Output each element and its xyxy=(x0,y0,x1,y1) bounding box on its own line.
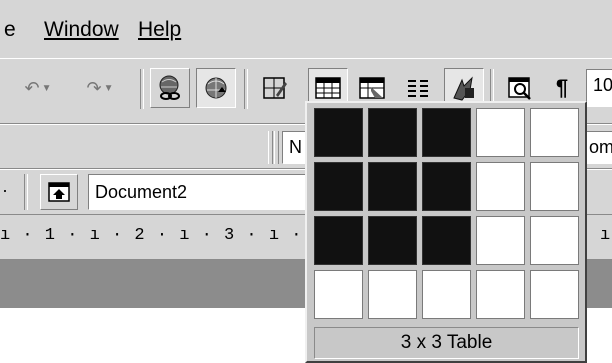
redo-dropdown-icon[interactable]: ▼ xyxy=(104,83,114,94)
hyperlink-globe-icon xyxy=(159,75,180,100)
table-grid-cell[interactable] xyxy=(476,270,525,319)
table-size-label[interactable]: 3 x 3 Table xyxy=(314,327,579,359)
toolbar-grip[interactable] xyxy=(268,131,273,164)
toolbar-edge-mark: · xyxy=(2,180,8,200)
redo-button[interactable]: ↷ ▼ xyxy=(72,68,128,108)
table-grid-cell[interactable] xyxy=(530,216,579,265)
document-map-icon xyxy=(508,77,531,100)
menu-item-window[interactable]: Window xyxy=(44,18,119,42)
tables-borders-icon xyxy=(263,77,287,99)
table-grid-cell[interactable] xyxy=(530,270,579,319)
menu-bar: e Window Help xyxy=(0,0,612,58)
table-grid-cell[interactable] xyxy=(530,108,579,157)
menu-item-partial[interactable]: e xyxy=(4,18,16,42)
table-grid-cell[interactable] xyxy=(368,108,417,157)
ruler-scale-right: ı xyxy=(600,226,611,245)
table-grid-cell[interactable] xyxy=(314,108,363,157)
font-value: om xyxy=(589,137,612,157)
insert-hyperlink-button[interactable] xyxy=(150,68,190,108)
menu-item-window-label: Window xyxy=(44,18,119,41)
table-grid-cell[interactable] xyxy=(314,216,363,265)
undo-button[interactable]: ↶ ▼ xyxy=(10,68,66,108)
table-grid-cell[interactable] xyxy=(314,270,363,319)
toolbar-separator xyxy=(244,69,248,109)
address-combo[interactable]: Document2 xyxy=(88,174,328,210)
tables-and-borders-button[interactable] xyxy=(255,68,295,108)
ruler-scale: ı · 1 · ı · 2 · ı · 3 · ı · 4 · xyxy=(0,226,348,245)
web-toolbar-window-icon xyxy=(48,182,70,202)
insert-table-grid-popup: 3 x 3 Table xyxy=(305,101,587,363)
undo-dropdown-icon[interactable]: ▼ xyxy=(42,83,52,94)
web-globe-icon xyxy=(205,77,227,99)
redo-icon: ↷ xyxy=(86,77,102,98)
table-size-text: 3 x 3 Table xyxy=(400,332,493,353)
menu-item-help-label: Help xyxy=(138,18,182,41)
table-grid-cell[interactable] xyxy=(476,216,525,265)
table-grid-cell[interactable] xyxy=(422,162,471,211)
table-grid-cell[interactable] xyxy=(368,270,417,319)
table-grid-cell[interactable] xyxy=(314,162,363,211)
table-size-grid[interactable] xyxy=(314,108,579,319)
table-grid-cell[interactable] xyxy=(422,108,471,157)
toolbar-grip[interactable] xyxy=(274,131,279,164)
table-grid-cell[interactable] xyxy=(530,162,579,211)
style-value: N xyxy=(289,137,302,157)
address-value: Document2 xyxy=(95,182,188,202)
zoom-combo[interactable]: 10 xyxy=(586,69,612,107)
table-grid-cell[interactable] xyxy=(476,108,525,157)
insert-table-icon xyxy=(315,77,341,99)
excel-worksheet-icon xyxy=(359,77,385,99)
columns-icon xyxy=(408,80,428,97)
pilcrow-icon: ¶ xyxy=(555,75,569,100)
table-grid-cell[interactable] xyxy=(422,270,471,319)
zoom-value: 10 xyxy=(593,75,612,95)
undo-icon: ↶ xyxy=(24,77,40,98)
toolbar-separator xyxy=(140,69,144,109)
table-grid-cell[interactable] xyxy=(422,216,471,265)
table-grid-cell[interactable] xyxy=(476,162,525,211)
show-only-web-toolbar-button[interactable] xyxy=(40,174,78,210)
table-grid-cell[interactable] xyxy=(368,162,417,211)
drawing-shapes-icon xyxy=(453,76,474,101)
table-grid-cell[interactable] xyxy=(368,216,417,265)
toolbar-separator xyxy=(24,174,28,210)
web-toolbar-button[interactable] xyxy=(196,68,236,108)
menu-item-help[interactable]: Help xyxy=(138,18,181,42)
